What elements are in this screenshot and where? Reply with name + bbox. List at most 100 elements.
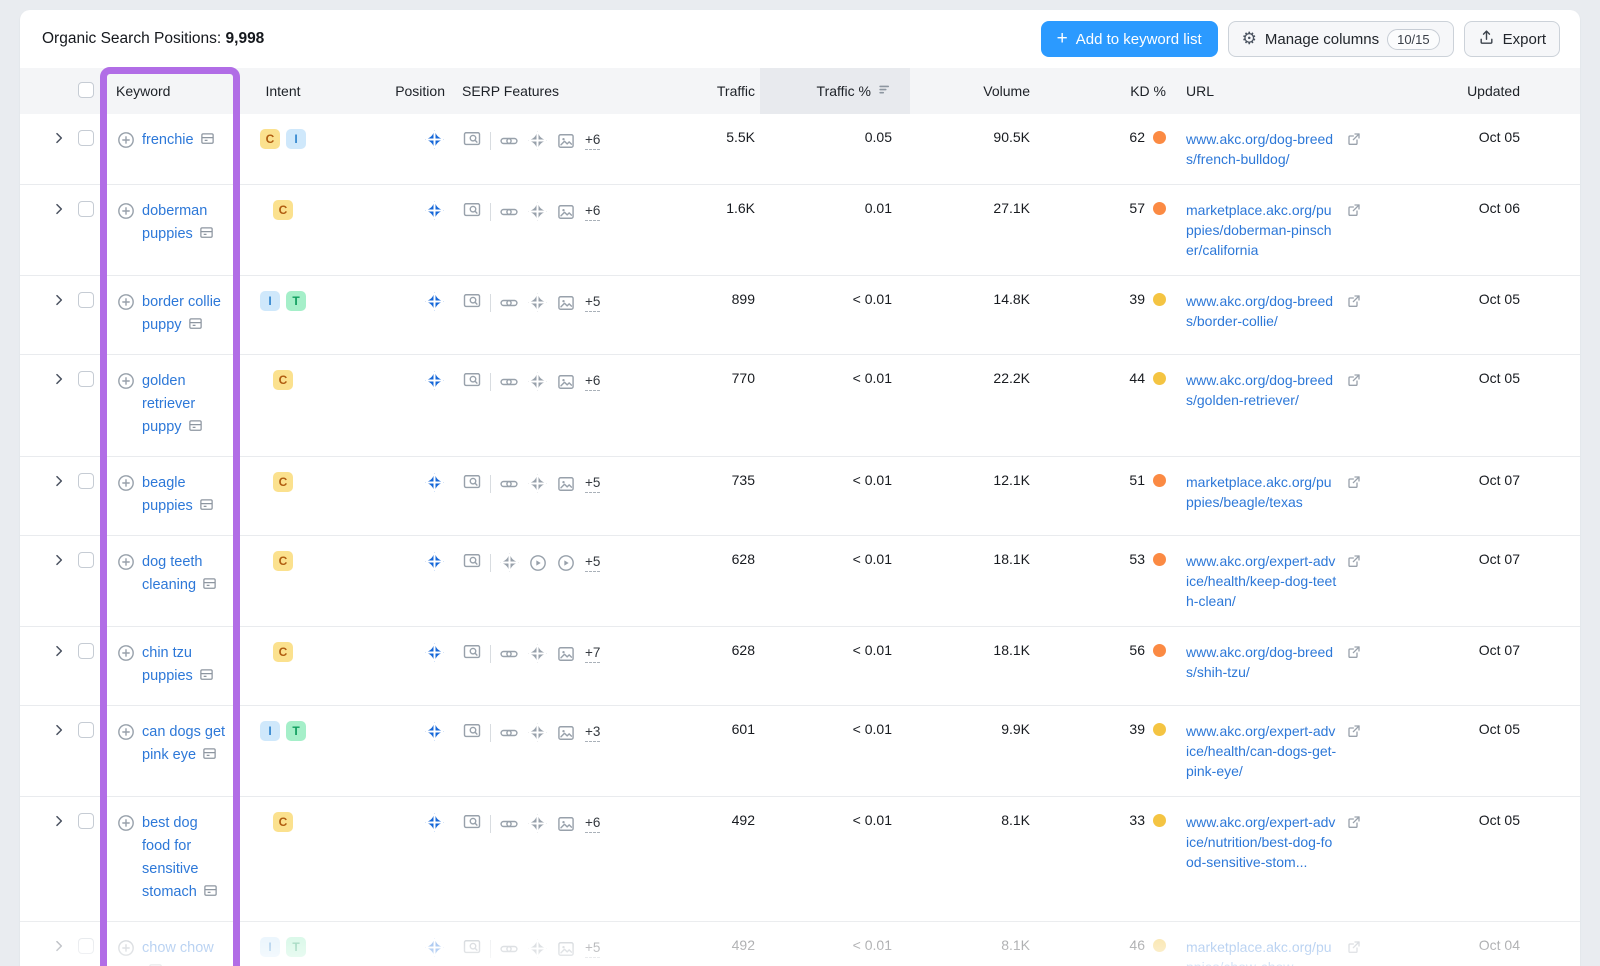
column-header-serp-features[interactable]: SERP Features (448, 68, 610, 114)
row-checkbox[interactable] (78, 371, 94, 387)
link-serp-icon[interactable] (499, 202, 519, 222)
ai-overview-position-icon[interactable] (424, 480, 445, 496)
external-link-icon[interactable] (1346, 372, 1362, 410)
expand-row-chevron-icon[interactable] (52, 939, 66, 956)
keyword-link[interactable]: best dog food for sensitive stomach (142, 815, 198, 900)
url-link[interactable]: www.akc.org/dog-breeds/shih-tzu/ (1186, 642, 1338, 682)
add-keyword-icon[interactable] (116, 292, 136, 339)
serp-preview-icon[interactable] (462, 642, 482, 665)
column-header-updated[interactable]: Updated (1420, 68, 1580, 114)
add-keyword-icon[interactable] (116, 722, 136, 769)
column-header-url[interactable]: URL (1170, 68, 1420, 114)
expand-row-chevron-icon[interactable] (52, 814, 66, 831)
serp-more-features[interactable]: +6 (585, 203, 600, 221)
column-header-kd[interactable]: KD % (1040, 68, 1170, 114)
image-serp-icon[interactable] (556, 293, 576, 313)
intent-badge-T[interactable]: T (286, 721, 306, 741)
intent-badge-I[interactable]: I (286, 129, 306, 149)
add-keyword-icon[interactable] (116, 552, 136, 599)
intent-badge-I[interactable]: I (260, 937, 280, 957)
image-serp-icon[interactable] (556, 939, 576, 959)
link-serp-icon[interactable] (499, 814, 519, 834)
expand-row-chevron-icon[interactable] (52, 644, 66, 661)
link-serp-icon[interactable] (499, 644, 519, 664)
expand-row-chevron-icon[interactable] (52, 553, 66, 570)
url-link[interactable]: www.akc.org/dog-breeds/golden-retriever/ (1186, 370, 1338, 410)
image-serp-icon[interactable] (556, 202, 576, 222)
ai-overview-position-icon[interactable] (424, 208, 445, 224)
sparkle-serp-icon[interactable] (527, 292, 548, 313)
sparkle-serp-icon[interactable] (527, 371, 548, 392)
add-keyword-icon[interactable] (116, 643, 136, 690)
external-link-icon[interactable] (1346, 474, 1362, 512)
serp-more-features[interactable]: +7 (585, 645, 600, 663)
serp-snapshot-icon[interactable] (202, 746, 217, 769)
url-link[interactable]: www.akc.org/expert-advice/health/keep-do… (1186, 551, 1338, 611)
keyword-link[interactable]: chow chow (142, 940, 214, 956)
add-keyword-icon[interactable] (116, 201, 136, 248)
external-link-icon[interactable] (1346, 814, 1362, 872)
keyword-link[interactable]: frenchie (142, 132, 194, 148)
export-button[interactable]: Export (1464, 21, 1560, 57)
serp-snapshot-icon[interactable] (203, 883, 218, 906)
ai-overview-position-icon[interactable] (424, 729, 445, 745)
expand-row-chevron-icon[interactable] (52, 202, 66, 219)
link-serp-icon[interactable] (499, 372, 519, 392)
url-link[interactable]: www.akc.org/dog-breeds/french-bulldog/ (1186, 129, 1338, 169)
row-checkbox[interactable] (78, 552, 94, 568)
add-keyword-icon[interactable] (116, 813, 136, 906)
sparkle-serp-icon[interactable] (527, 813, 548, 834)
play-serp-icon[interactable] (528, 553, 548, 573)
url-link[interactable]: marketplace.akc.org/puppies/doberman-pin… (1186, 200, 1338, 260)
external-link-icon[interactable] (1346, 131, 1362, 169)
expand-row-chevron-icon[interactable] (52, 372, 66, 389)
serp-more-features[interactable]: +6 (585, 373, 600, 391)
sparkle-serp-icon[interactable] (499, 552, 520, 573)
column-header-traffic-pct[interactable]: Traffic % (760, 68, 910, 114)
ai-overview-position-icon[interactable] (424, 299, 445, 315)
image-serp-icon[interactable] (556, 474, 576, 494)
keyword-link[interactable]: border collie puppy (142, 294, 221, 333)
serp-snapshot-icon[interactable] (202, 576, 217, 599)
serp-preview-icon[interactable] (462, 937, 482, 960)
link-serp-icon[interactable] (499, 131, 519, 151)
external-link-icon[interactable] (1346, 553, 1362, 611)
expand-row-chevron-icon[interactable] (52, 723, 66, 740)
select-all-checkbox[interactable] (78, 82, 94, 98)
serp-snapshot-icon[interactable] (199, 497, 214, 520)
column-header-traffic[interactable]: Traffic (610, 68, 760, 114)
external-link-icon[interactable] (1346, 644, 1362, 682)
image-serp-icon[interactable] (556, 644, 576, 664)
link-serp-icon[interactable] (499, 474, 519, 494)
expand-row-chevron-icon[interactable] (52, 293, 66, 310)
external-link-icon[interactable] (1346, 202, 1362, 260)
external-link-icon[interactable] (1346, 293, 1362, 331)
row-checkbox[interactable] (78, 201, 94, 217)
image-serp-icon[interactable] (556, 372, 576, 392)
serp-snapshot-icon[interactable] (188, 418, 203, 441)
row-checkbox[interactable] (78, 938, 94, 954)
column-header-volume[interactable]: Volume (910, 68, 1040, 114)
intent-badge-C[interactable]: C (273, 642, 293, 662)
serp-more-features[interactable]: +5 (585, 940, 600, 958)
intent-badge-C[interactable]: C (273, 472, 293, 492)
add-keyword-icon[interactable] (116, 130, 136, 154)
sparkle-serp-icon[interactable] (527, 201, 548, 222)
url-link[interactable]: marketplace.akc.org/puppies/beagle/texas (1186, 472, 1338, 512)
serp-preview-icon[interactable] (462, 472, 482, 495)
ai-overview-position-icon[interactable] (424, 378, 445, 394)
serp-more-features[interactable]: +5 (585, 294, 600, 312)
intent-badge-T[interactable]: T (286, 291, 306, 311)
serp-preview-icon[interactable] (462, 721, 482, 744)
serp-more-features[interactable]: +5 (585, 475, 600, 493)
ai-overview-position-icon[interactable] (424, 820, 445, 836)
serp-preview-icon[interactable] (462, 551, 482, 574)
keyword-link[interactable]: doberman puppies (142, 203, 207, 242)
ai-overview-position-icon[interactable] (424, 650, 445, 666)
serp-snapshot-icon[interactable] (199, 667, 214, 690)
image-serp-icon[interactable] (556, 723, 576, 743)
url-link[interactable]: www.akc.org/expert-advice/nutrition/best… (1186, 812, 1338, 872)
intent-badge-T[interactable]: T (286, 937, 306, 957)
intent-badge-C[interactable]: C (273, 370, 293, 390)
row-checkbox[interactable] (78, 722, 94, 738)
